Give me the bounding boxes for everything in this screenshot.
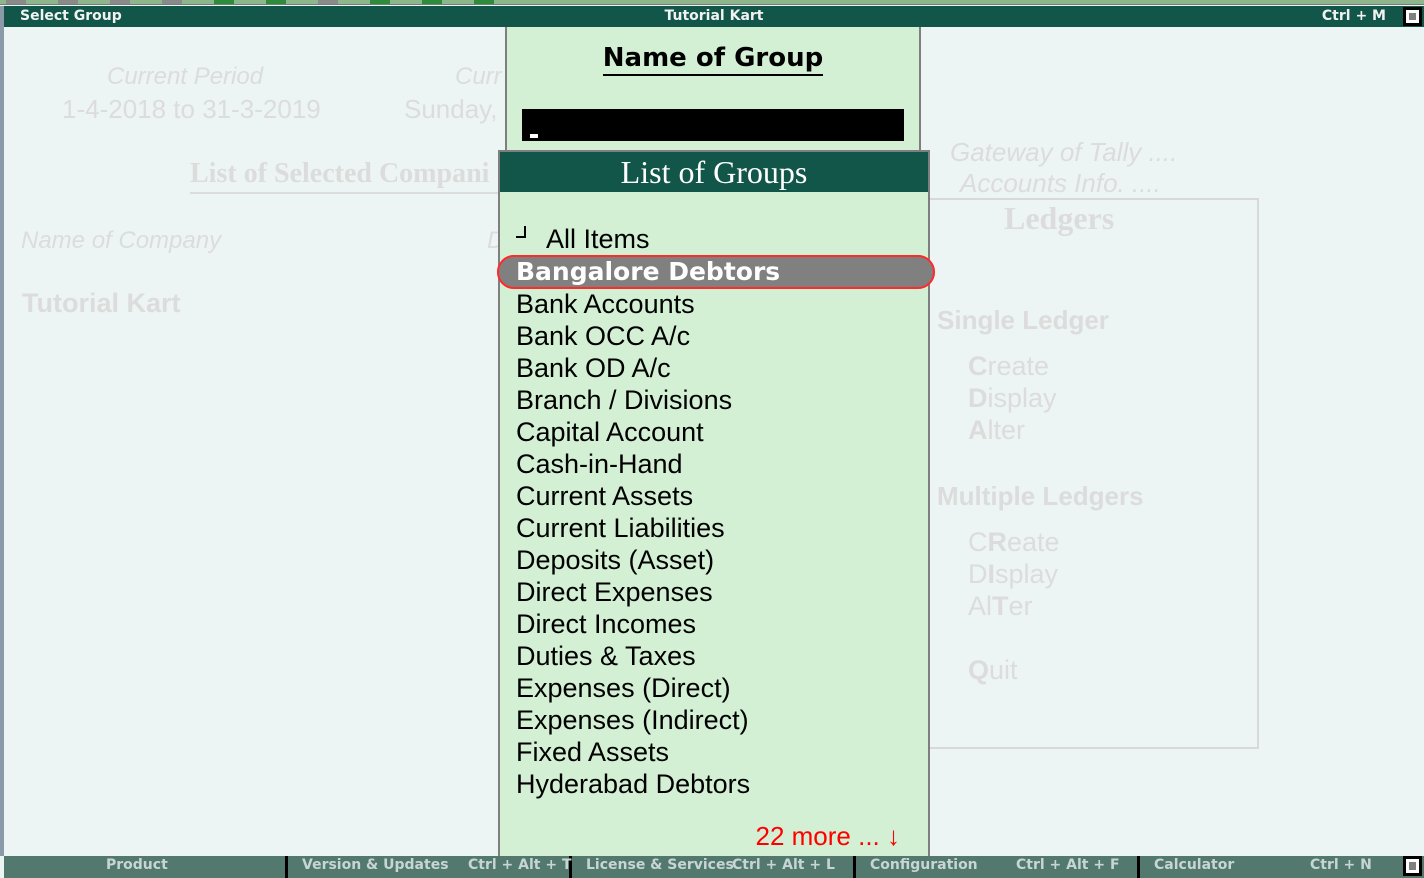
hotkey: C — [968, 351, 988, 381]
group-list-item[interactable]: Deposits (Asset) — [500, 544, 928, 576]
strip-marker — [214, 0, 234, 4]
heading-underline — [190, 192, 510, 194]
group-list-item[interactable]: Direct Incomes — [500, 608, 928, 640]
screen-title: Select Group — [20, 8, 122, 24]
maximize-button[interactable] — [1403, 7, 1422, 26]
product-label: Product — [106, 857, 168, 873]
current-period-label: Current Period — [107, 63, 264, 90]
strip-marker — [58, 0, 78, 4]
group-name-title: Name of Group — [507, 43, 919, 76]
text-cursor — [530, 134, 538, 138]
hotkey: D — [968, 383, 988, 413]
hotkey: Q — [968, 655, 990, 685]
group-name-panel: Name of Group — [505, 27, 921, 152]
license-services-button[interactable]: License & Services Ctrl + Alt + L — [572, 856, 856, 878]
calculator-label: Calculator — [1154, 857, 1235, 873]
menu-label: uit — [989, 655, 1018, 685]
group-name-title-text: Name of Group — [602, 43, 824, 76]
strip-marker — [266, 0, 286, 4]
selected-companies-heading: List of Selected Compani — [190, 158, 490, 189]
group-list-item[interactable]: Branch / Divisions — [500, 384, 928, 416]
menu-item-multi-alter[interactable]: AlTer — [968, 591, 1033, 622]
top-tab-strip — [0, 0, 1424, 5]
group-list-item[interactable]: Cash-in-Hand — [500, 448, 928, 480]
ledgers-title: Ledgers — [1004, 200, 1115, 236]
list-of-groups-panel: List of Groups All Items Bangalore Debto… — [497, 150, 935, 856]
group-list-item[interactable]: Expenses (Direct) — [500, 672, 928, 704]
menu-item-quit[interactable]: Quit — [968, 655, 1018, 686]
strip-marker — [474, 0, 494, 4]
company-name: Tutorial Kart — [22, 288, 181, 318]
menu-item-multi-display[interactable]: DIsplay — [968, 559, 1058, 590]
group-list-item[interactable]: Duties & Taxes — [500, 640, 928, 672]
list-of-groups-header: List of Groups — [500, 152, 928, 192]
calculator-keys: Ctrl + N — [1310, 857, 1372, 873]
version-updates-button[interactable]: Version & Updates Ctrl + Alt + T — [288, 856, 572, 878]
menu-item-display[interactable]: Display — [968, 383, 1057, 414]
group-list-item[interactable]: Current Liabilities — [500, 512, 928, 544]
current-date-label: Curr — [455, 63, 502, 90]
single-ledger-heading: Single Ledger — [937, 305, 1109, 335]
strip-marker — [422, 0, 442, 4]
group-list-item[interactable]: Bank OD A/c — [500, 352, 928, 384]
version-label: Version & Updates — [302, 857, 449, 873]
breadcrumb-gateway: Gateway of Tally .... — [950, 137, 1178, 167]
menu-item-multi-create[interactable]: CReate — [968, 527, 1060, 558]
menu-label: isplay — [987, 383, 1057, 413]
end-of-list-icon — [516, 226, 526, 238]
group-list-item-selected[interactable]: Bangalore Debtors — [497, 255, 935, 289]
breadcrumb-accounts-info: Accounts Info. .... — [960, 168, 1161, 198]
hotkey: R — [987, 527, 1008, 557]
company-title: Tutorial Kart — [664, 8, 764, 24]
menu-label: D — [968, 559, 988, 589]
configuration-button[interactable]: Configuration Ctrl + Alt + F — [856, 856, 1140, 878]
version-keys: Ctrl + Alt + T — [468, 857, 572, 873]
product-button[interactable]: Product — [4, 856, 288, 878]
group-list-item[interactable]: Expenses (Indirect) — [500, 704, 928, 736]
configuration-keys: Ctrl + Alt + F — [1016, 857, 1120, 873]
group-list-item[interactable]: Capital Account — [500, 416, 928, 448]
group-list: Bangalore Debtors Bank Accounts Bank OCC A… — [497, 255, 935, 800]
group-list-item[interactable]: Direct Expenses — [500, 576, 928, 608]
menu-label: reate — [987, 351, 1050, 381]
group-list-item[interactable]: Fixed Assets — [500, 736, 928, 768]
title-bar: Select Group Tutorial Kart Ctrl + M — [4, 6, 1424, 27]
group-list-item[interactable]: Bank Accounts — [500, 288, 928, 320]
menu-label: lter — [987, 415, 1026, 445]
current-period-value: 1-4-2018 to 31-3-2019 — [62, 94, 321, 124]
group-list-item[interactable]: Hyderabad Debtors — [500, 768, 928, 800]
status-bar: Product Version & Updates Ctrl + Alt + T… — [4, 856, 1424, 878]
hotkey: T — [992, 591, 1009, 621]
more-items-indicator[interactable]: 22 more ... ↓ — [756, 821, 901, 852]
hotkey: A — [968, 415, 988, 445]
multiple-ledgers-heading: Multiple Ledgers — [937, 481, 1144, 511]
group-list-item[interactable]: Current Assets — [500, 480, 928, 512]
all-items-option[interactable]: All Items — [516, 224, 650, 255]
menu-label: C — [968, 527, 988, 557]
current-date-value: Sunday, — [404, 94, 498, 124]
calculator-toggle-button[interactable] — [1403, 856, 1422, 876]
strip-marker — [370, 0, 390, 4]
menu-label: er — [1008, 591, 1033, 621]
group-name-input[interactable] — [522, 109, 904, 141]
name-of-company-label: Name of Company — [21, 227, 222, 254]
window-border — [0, 6, 4, 856]
license-label: License & Services — [586, 857, 734, 873]
license-keys: Ctrl + Alt + L — [732, 857, 835, 873]
strip-marker — [162, 0, 182, 4]
menu-label: eate — [1007, 527, 1060, 557]
menu-item-create[interactable]: Create — [968, 351, 1049, 382]
strip-marker — [6, 0, 26, 4]
menu-item-alter[interactable]: Alter — [968, 415, 1025, 446]
strip-marker — [318, 0, 338, 4]
hotkey: I — [987, 559, 996, 589]
strip-marker — [110, 0, 130, 4]
configuration-label: Configuration — [870, 857, 978, 873]
maximize-shortcut: Ctrl + M — [1321, 8, 1386, 24]
all-items-label: All Items — [546, 224, 650, 254]
menu-label: Al — [968, 591, 993, 621]
calculator-button[interactable]: Calculator Ctrl + N — [1140, 856, 1402, 878]
menu-label: splay — [995, 559, 1059, 589]
group-list-item[interactable]: Bank OCC A/c — [500, 320, 928, 352]
